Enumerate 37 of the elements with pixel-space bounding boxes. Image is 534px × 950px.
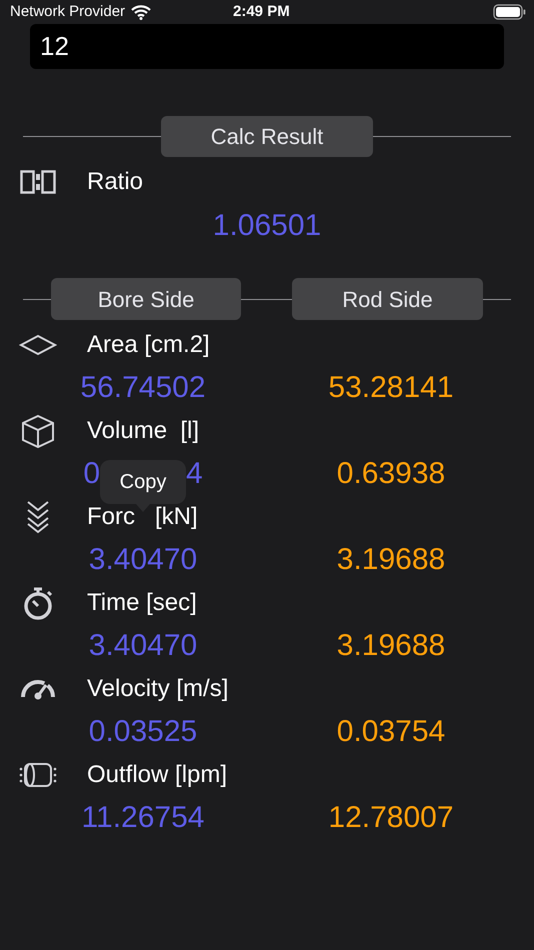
rod-side-button[interactable]: Rod Side — [292, 278, 483, 320]
rod-value: 0.63938 — [336, 456, 446, 492]
bore-value: 11.26754 — [82, 800, 204, 836]
bore-value: 3.40470 — [88, 628, 198, 664]
chevrons-down-icon — [24, 498, 50, 534]
cube-icon — [20, 412, 56, 448]
rod-value: 12.78007 — [328, 800, 454, 836]
bore-value: 0 — [83, 456, 100, 492]
ratio-label: Ratio — [87, 167, 144, 197]
row-label: [kN] — [155, 504, 198, 528]
row-label: Time [sec] — [87, 588, 197, 618]
ratio-value: 1.06501 — [212, 208, 322, 244]
cylinder-icon — [18, 760, 58, 788]
bore-value: 4 — [186, 456, 203, 492]
copy-tooltip[interactable]: Copy — [100, 460, 186, 504]
status-time: 2:49 PM — [233, 2, 290, 22]
wifi-icon — [131, 4, 152, 20]
carrier-name: Network Provider — [10, 2, 126, 22]
rod-value: 3.19688 — [336, 628, 446, 664]
rod-value: 3.19688 — [336, 542, 446, 578]
diamond-icon — [18, 334, 56, 356]
row-label: Outflow [lpm] — [87, 760, 228, 790]
rod-value: 53.28141 — [328, 370, 454, 406]
bore-value: 0.03525 — [88, 714, 198, 750]
bore-side-button[interactable]: Bore Side — [51, 278, 241, 320]
bore-value: 56.74502 — [80, 370, 206, 406]
battery-icon — [493, 4, 526, 20]
row-label: Velocity [m/s] — [87, 674, 228, 704]
rod-value: 0.03754 — [336, 714, 446, 750]
row-label: Area [cm.2] — [87, 330, 210, 360]
ratio-icon — [20, 170, 56, 194]
stopwatch-icon — [22, 586, 54, 620]
row-label: Volume [l] — [87, 416, 200, 446]
row-label: Forc — [87, 504, 135, 528]
oil-flow-field[interactable]: 12 — [30, 24, 504, 69]
calc-result-button[interactable]: Calc Result — [161, 116, 373, 157]
bore-value: 3.40470 — [88, 542, 198, 578]
